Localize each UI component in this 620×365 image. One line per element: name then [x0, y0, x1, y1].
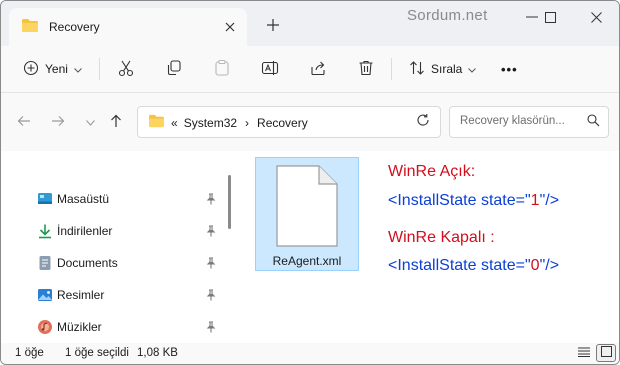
copy-button[interactable]	[165, 56, 183, 82]
tab-recovery[interactable]: Recovery	[9, 8, 247, 46]
breadcrumb-system32[interactable]: System32	[184, 116, 237, 130]
sidebar-item-desktop[interactable]: Masaüstü	[1, 183, 231, 215]
code-text: <InstallState state="	[388, 192, 531, 209]
status-size: 1,08 KB	[137, 347, 178, 359]
delete-icon	[357, 59, 375, 80]
more-button[interactable]: •••	[501, 56, 518, 82]
cut-button[interactable]	[117, 56, 135, 82]
command-bar: Yeni Sırala •••	[1, 46, 619, 93]
sidebar-item-downloads[interactable]: İndirilenler	[1, 215, 231, 247]
chevron-down-icon	[468, 62, 477, 76]
note-winre-off-title: WinRe Kapalı :	[388, 229, 495, 246]
share-button[interactable]	[309, 56, 327, 82]
code-text: <InstallState state="	[388, 257, 531, 274]
sidebar-item-label: Resimler	[57, 288, 105, 302]
chevron-down-icon	[85, 115, 95, 129]
up-button[interactable]	[107, 113, 125, 131]
breadcrumb-overflow[interactable]: «	[171, 116, 178, 130]
sort-icon	[409, 60, 425, 79]
documents-icon	[37, 255, 53, 271]
note-winre-on-title: WinRe Açık:	[388, 163, 476, 180]
new-label: Yeni	[45, 62, 68, 76]
close-tab-icon[interactable]	[221, 18, 239, 36]
forward-button[interactable]	[49, 113, 67, 131]
sort-label: Sırala	[431, 62, 463, 76]
status-bar: 1 öğe 1 öğe seçildi 1,08 KB	[1, 343, 619, 364]
sidebar-item-label: İndirilenler	[57, 224, 113, 238]
more-icon: •••	[501, 61, 518, 77]
pin-icon[interactable]	[206, 321, 216, 336]
state-value: 0	[530, 257, 540, 274]
sort-button[interactable]: Sırala	[409, 56, 477, 82]
close-window-button[interactable]	[579, 5, 613, 29]
search-box[interactable]: Recovery klasörün...	[449, 106, 609, 138]
delete-button[interactable]	[357, 56, 375, 82]
folder-icon	[148, 114, 165, 131]
sidebar-item-label: Masaüstü	[57, 192, 110, 206]
rename-icon	[261, 59, 279, 80]
navigation-pane: Masaüstü İndirilenler Documents Resimler…	[1, 151, 237, 343]
cut-icon	[117, 59, 135, 80]
desktop-icon	[37, 191, 53, 207]
file-item-reagent[interactable]: ReAgent.xml	[255, 157, 359, 271]
sidebar-item-label: Müzikler	[57, 320, 102, 334]
arrow-up-icon	[110, 114, 122, 131]
folder-icon	[21, 18, 39, 36]
large-icons-view-icon	[600, 346, 612, 360]
recent-locations-button[interactable]	[81, 113, 99, 131]
pictures-icon	[37, 287, 53, 303]
file-explorer-window: Recovery Sordum.net Yeni Sırala ••• « Sy…	[0, 0, 620, 365]
pin-icon[interactable]	[206, 257, 216, 272]
sidebar-item-label: Documents	[57, 256, 118, 270]
file-name: ReAgent.xml	[272, 254, 342, 268]
maximize-button[interactable]	[533, 5, 567, 29]
code-text: "/>	[539, 257, 560, 274]
breadcrumb-recovery[interactable]: Recovery	[257, 116, 308, 130]
search-icon	[587, 114, 600, 130]
toolbar-divider	[391, 58, 392, 80]
arrow-right-icon	[51, 115, 65, 130]
arrow-left-icon	[17, 115, 31, 130]
address-row: « System32 › Recovery Recovery klasörün.…	[1, 93, 619, 151]
pin-icon[interactable]	[206, 225, 216, 240]
sidebar-item-music[interactable]: Müzikler	[1, 311, 231, 343]
sidebar-item-documents[interactable]: Documents	[1, 247, 231, 279]
new-button[interactable]: Yeni	[23, 56, 82, 82]
chevron-down-icon	[74, 62, 82, 76]
breadcrumb-separator[interactable]: ›	[245, 116, 249, 130]
paste-icon	[213, 59, 231, 80]
toolbar-divider	[99, 58, 100, 80]
pin-icon[interactable]	[206, 289, 216, 304]
download-icon	[37, 223, 53, 239]
rename-button[interactable]	[261, 56, 279, 82]
watermark: Sordum.net	[407, 7, 488, 24]
search-placeholder: Recovery klasörün...	[460, 115, 565, 127]
title-bar: Recovery Sordum.net	[1, 1, 619, 46]
details-view-icon	[578, 346, 590, 360]
file-icon	[275, 164, 339, 251]
status-item-count: 1 öğe	[15, 347, 44, 359]
note-winre-on-code: <InstallState state="1"/>	[388, 192, 559, 210]
address-bar[interactable]: « System32 › Recovery	[137, 106, 441, 138]
sidebar-scrollbar[interactable]	[228, 175, 231, 229]
note-winre-off-code: <InstallState state="0"/>	[388, 257, 559, 275]
new-tab-button[interactable]	[263, 15, 283, 35]
main-body: Masaüstü İndirilenler Documents Resimler…	[1, 151, 619, 343]
pin-icon[interactable]	[206, 193, 216, 208]
large-icons-view-button[interactable]	[596, 344, 616, 362]
sidebar-item-pictures[interactable]: Resimler	[1, 279, 231, 311]
code-text: "/>	[539, 192, 560, 209]
details-view-button[interactable]	[574, 344, 594, 362]
paste-button[interactable]	[213, 56, 231, 82]
state-value: 1	[530, 192, 540, 209]
status-selected: 1 öğe seçildi	[65, 347, 129, 359]
share-icon	[309, 59, 327, 80]
copy-icon	[165, 59, 183, 80]
tab-title: Recovery	[49, 20, 100, 34]
file-list: ReAgent.xml WinRe Açık: <InstallState st…	[237, 151, 619, 343]
back-button[interactable]	[15, 113, 33, 131]
plus-circle-icon	[23, 60, 39, 79]
music-icon	[37, 319, 53, 335]
refresh-icon[interactable]	[416, 113, 432, 129]
